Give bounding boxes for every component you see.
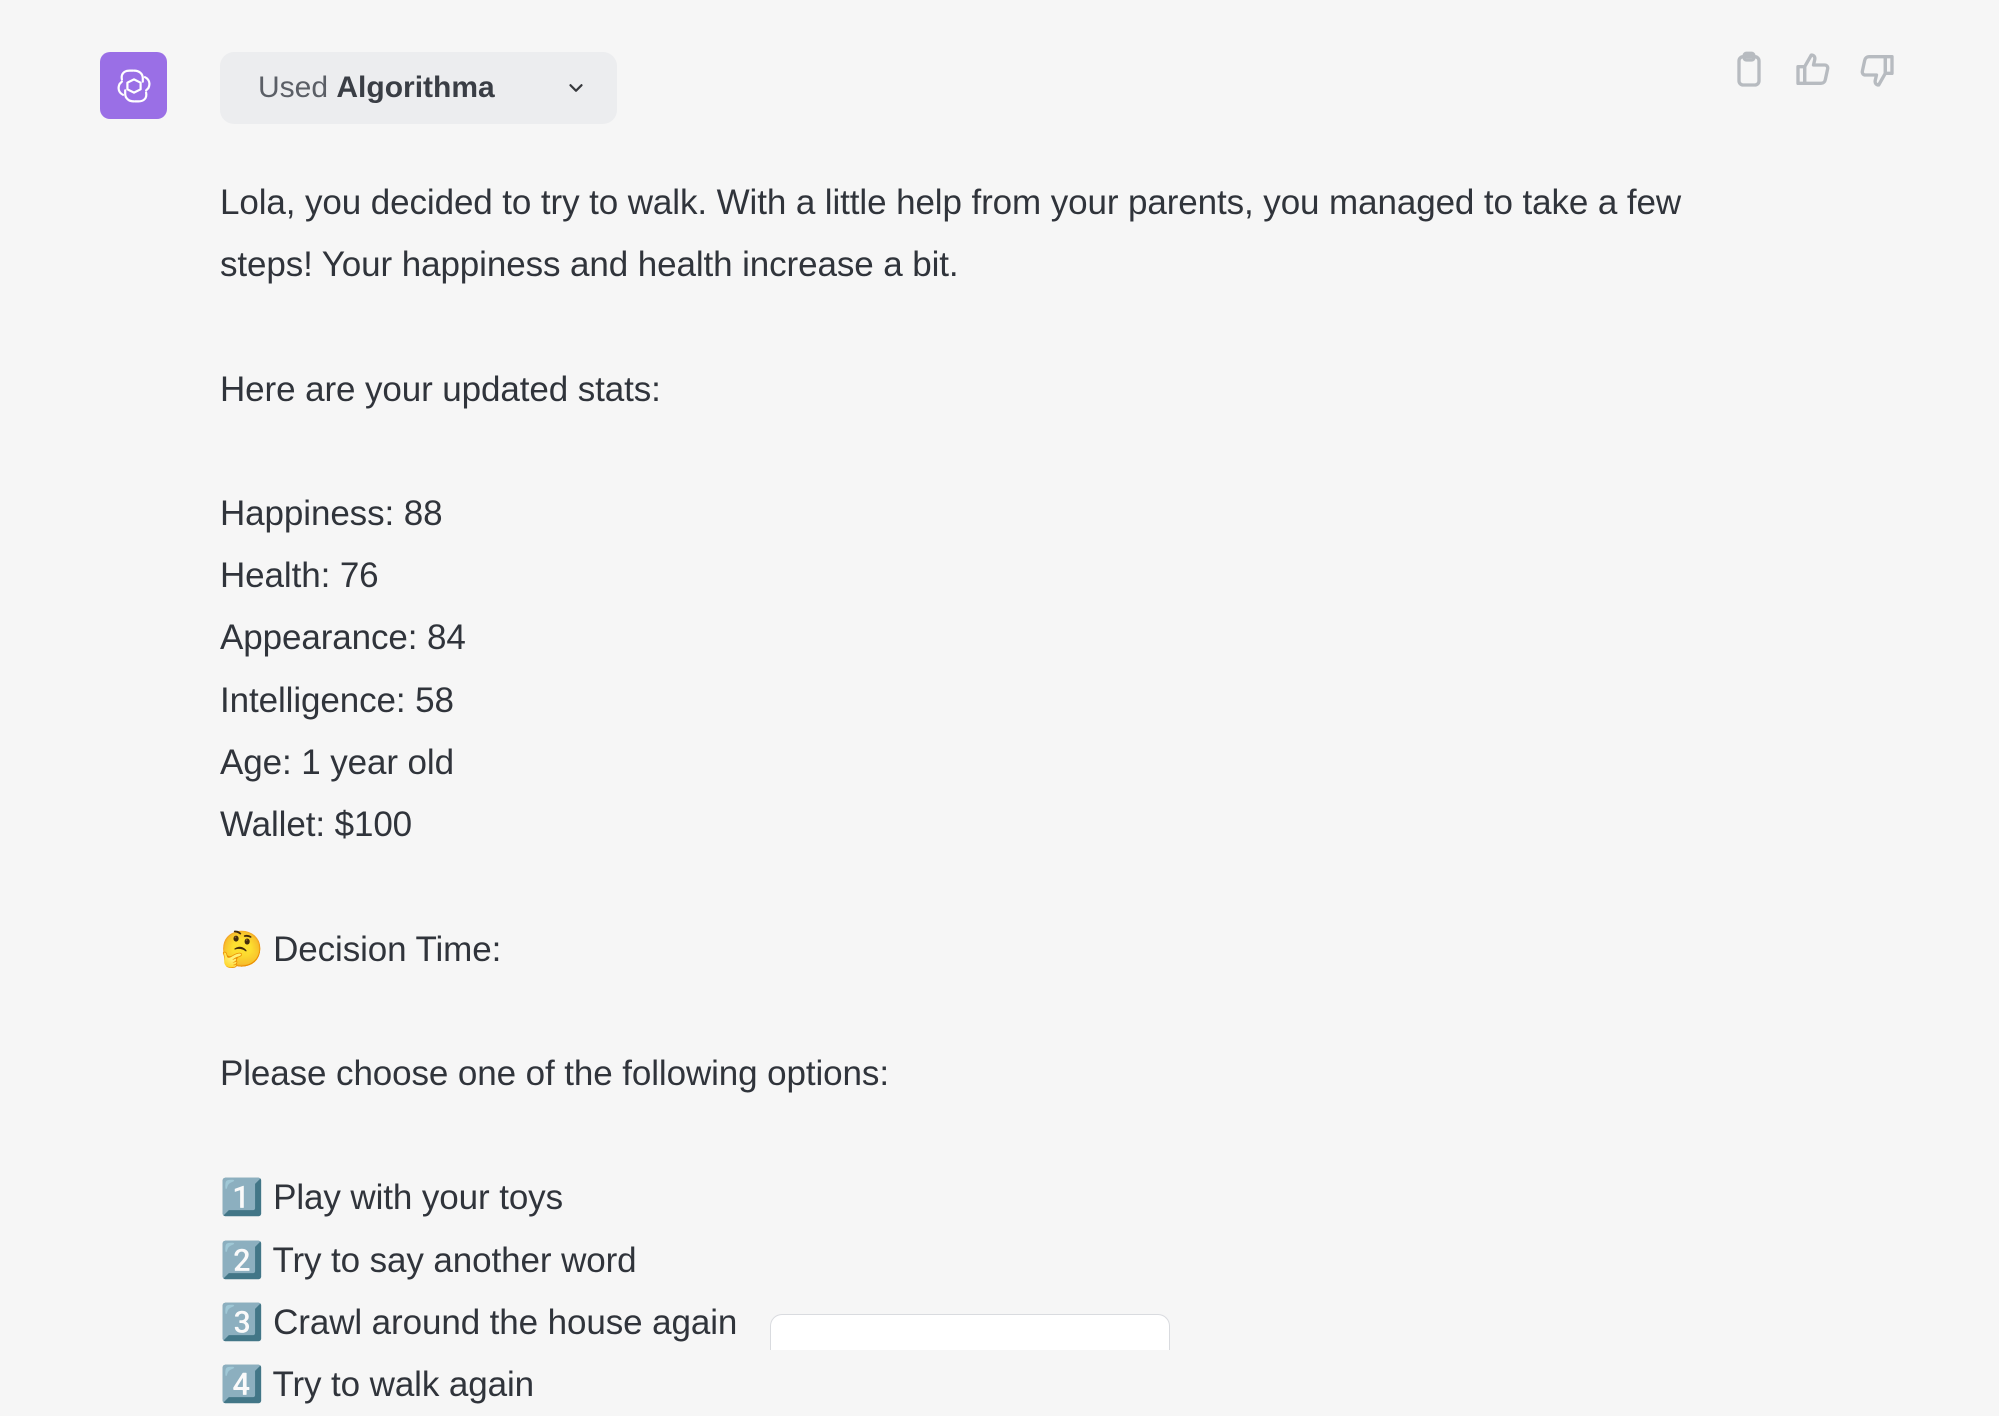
copy-button[interactable] xyxy=(1727,48,1771,92)
clipboard-icon xyxy=(1729,50,1769,90)
stat-line: Health: 76 xyxy=(220,545,1700,607)
assistant-avatar xyxy=(100,52,167,119)
stats-header: Here are your updated stats: xyxy=(220,359,1700,421)
thumbs-up-icon xyxy=(1793,50,1833,90)
assistant-message: Lola, you decided to try to walk. With a… xyxy=(220,172,1700,1416)
message-actions xyxy=(1727,48,1899,92)
stat-line: Happiness: 88 xyxy=(220,483,1700,545)
message-intro: Lola, you decided to try to walk. With a… xyxy=(220,172,1700,297)
stat-line: Appearance: 84 xyxy=(220,607,1700,669)
decision-header: 🤔 Decision Time: xyxy=(220,919,1700,981)
stats-block: Happiness: 88 Health: 76 Appearance: 84 … xyxy=(220,483,1700,857)
thumbs-down-button[interactable] xyxy=(1855,48,1899,92)
option-item: 4️⃣ Try to walk again xyxy=(220,1354,1700,1416)
thumbs-down-icon xyxy=(1857,50,1897,90)
choose-prompt: Please choose one of the following optio… xyxy=(220,1043,1700,1105)
stat-line: Intelligence: 58 xyxy=(220,670,1700,732)
partial-input-panel[interactable] xyxy=(770,1314,1170,1350)
openai-logo-icon xyxy=(112,64,156,108)
chevron-down-icon xyxy=(565,77,587,99)
option-item: 2️⃣ Try to say another word xyxy=(220,1230,1700,1292)
stat-line: Age: 1 year old xyxy=(220,732,1700,794)
plugin-used-chip[interactable]: Used Algorithma xyxy=(220,52,617,124)
plugin-used-label: Used Algorithma xyxy=(258,71,495,105)
options-list: 1️⃣ Play with your toys 2️⃣ Try to say a… xyxy=(220,1167,1700,1416)
option-item: 1️⃣ Play with your toys xyxy=(220,1167,1700,1229)
stat-line: Wallet: $100 xyxy=(220,794,1700,856)
thumbs-up-button[interactable] xyxy=(1791,48,1835,92)
